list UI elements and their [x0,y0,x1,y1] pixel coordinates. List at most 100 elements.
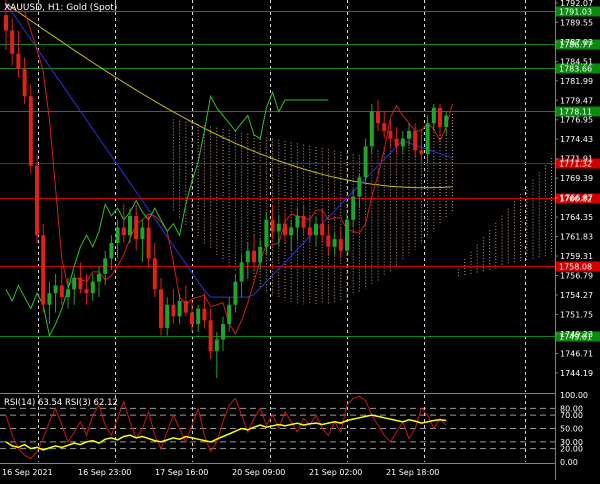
candle-body [171,304,176,317]
x-tick-label: 16 Sep 2021 [2,468,53,477]
ma-blue-line [5,3,453,298]
candle-body [214,339,219,352]
candle-body [221,324,225,340]
y-tick-label: 1774.43 [560,135,593,144]
rsi-slow-line [5,414,447,451]
candle-body [183,300,188,313]
candle-body [53,285,58,294]
candles [4,0,449,379]
candle-body [264,219,269,247]
y-tick-label: 1789.55 [560,18,593,27]
candle-body [152,258,157,290]
y-tick-label: 1776.95 [560,116,593,125]
candle-body [202,308,207,321]
candle-body [190,312,194,325]
candle-body [388,130,393,139]
y-tick-label: 1744.19 [560,369,593,378]
ma-yellow-line [5,3,453,189]
candle-body [196,308,201,325]
y-tick-label: 1759.31 [560,252,593,261]
candle-body [4,15,8,31]
candle-body [47,293,52,305]
candle-body [121,227,126,236]
candle-body [363,146,368,178]
x-tick-label: 21 Sep 18:00 [386,468,439,477]
x-tick-label: 20 Sep 09:00 [232,468,285,477]
candle-body [444,115,449,128]
candle-body [283,223,287,236]
candle-body [289,227,294,236]
candle-body [320,223,325,236]
candle-body [165,304,170,328]
candle-body [66,289,70,298]
candle-body [245,250,250,263]
y-tick-label: 1754.27 [560,291,593,300]
chart-canvas[interactable]: 1791.031786.771783.661778.111771.321766.… [0,0,600,480]
candle-body [314,223,318,236]
x-tick-label: 16 Sep 23:00 [78,468,131,477]
candle-body [419,150,424,155]
candle-body [394,138,399,147]
candle-body [16,53,21,70]
rsi-title: RSI(14) 63.54 RSI(3) 62.12 [4,398,118,408]
candle-body [140,227,145,240]
rsi-tick-label: 20.00 [560,445,583,454]
candle-body [109,242,114,259]
candle-body [72,277,77,290]
candle-body [84,289,89,294]
x-tick-label: 17 Sep 16:00 [155,468,208,477]
candle-body [258,246,263,263]
candle-body [307,227,312,236]
candle-body [134,215,139,240]
candle-body [382,123,387,131]
rsi-tick-label: 0.00 [560,458,578,467]
y-tick-label: 1751.75 [560,310,593,319]
y-tick-label: 1766.87 [560,194,593,203]
candle-body [338,239,343,251]
candle-body [239,262,244,282]
candle-body [407,130,411,139]
candle-body [227,304,232,325]
candle-body [10,30,15,54]
candle-body [90,281,95,294]
candle-body [400,138,405,147]
candle-body [97,273,101,282]
candle-body [376,111,380,124]
candle-body [35,165,39,236]
candle-body [233,281,238,305]
candle-body [413,130,418,151]
candle-body [270,219,275,232]
candle-body [103,258,108,274]
y-tick-label: 1769.39 [560,174,593,183]
candle-body [115,227,120,243]
rsi-tick-label: 50.00 [560,425,583,434]
y-tick-label: 1746.71 [560,349,593,358]
price-level-label: 1791.03 [559,8,592,17]
rsi-tick-label: 100.00 [560,391,588,400]
candle-body [59,285,64,298]
candle-body [332,239,337,247]
candle-body [345,219,349,251]
chart-window: 1791.03 1786.77 1783.66 1778.11 1771.32 1766.… [0,0,600,480]
x-tick-label: 21 Sep 02:00 [309,468,362,477]
candle-body [295,215,300,228]
candle-body [369,111,374,147]
candle-body [41,235,46,305]
candle-body [438,107,442,128]
y-tick-label: 1756.79 [560,271,593,280]
candle-body [425,123,430,155]
candle-body [276,223,281,232]
y-tick-label: 1749.23 [560,330,593,339]
y-tick-label: 1761.83 [560,233,593,242]
candle-body [146,227,151,259]
candle-body [252,250,256,263]
ichimoku-cloud [172,113,553,305]
candle-body [177,300,182,317]
horizontal-levels: 1791.031786.771783.661778.111771.321766.… [0,6,600,342]
candle-body [78,277,83,290]
y-tick-label: 1787.03 [560,38,593,47]
y-tick-label: 1792.07 [560,0,593,8]
y-tick-label: 1784.51 [560,57,593,66]
y-tick-label: 1764.35 [560,213,593,222]
candle-body [159,289,163,328]
